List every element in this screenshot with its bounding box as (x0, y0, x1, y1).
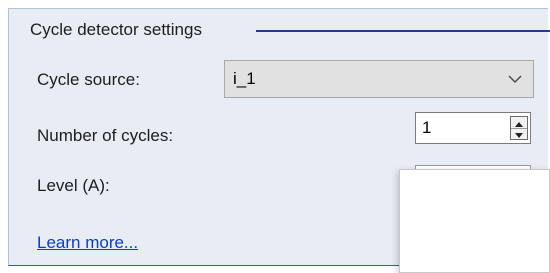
overlay-popup (399, 169, 550, 273)
group-title: Cycle detector settings (30, 20, 202, 39)
number-of-cycles-label: Number of cycles: (37, 126, 174, 145)
level-label: Level (A): (37, 176, 110, 195)
number-of-cycles-spinner[interactable]: 1 (415, 112, 531, 144)
learn-more-link[interactable]: Learn more... (37, 233, 138, 253)
triangle-down-icon (515, 133, 523, 138)
group-divider (256, 30, 550, 32)
cycle-source-value: i_1 (233, 69, 256, 88)
chevron-down-icon (508, 75, 522, 83)
number-of-cycles-value: 1 (422, 118, 432, 137)
cycle-source-dropdown[interactable]: i_1 (224, 60, 534, 98)
cycle-source-label: Cycle source: (37, 70, 140, 89)
spin-buttons (510, 116, 528, 140)
spin-down-button[interactable] (511, 128, 527, 139)
